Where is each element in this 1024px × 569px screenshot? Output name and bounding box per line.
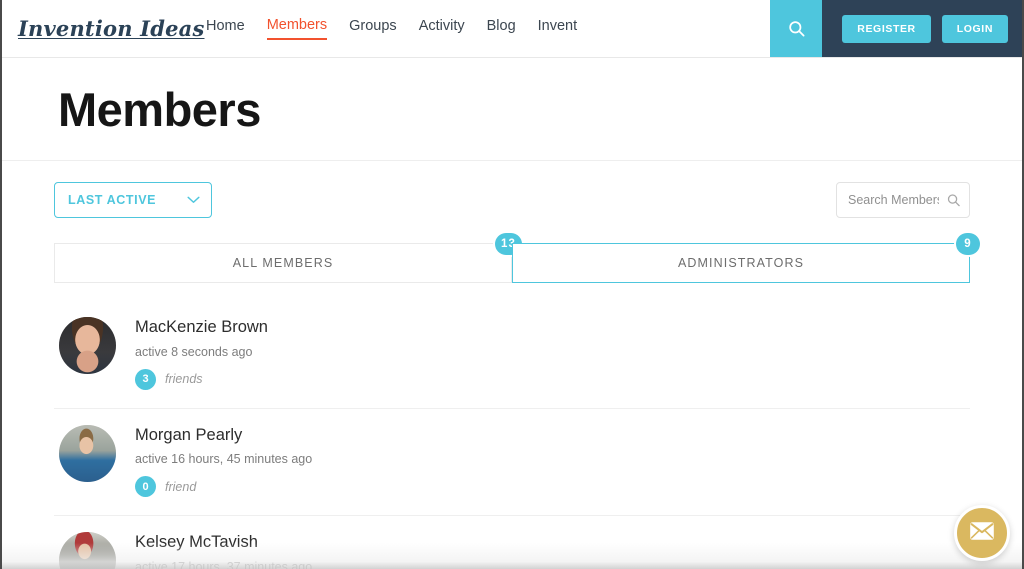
page-title: Members bbox=[58, 86, 261, 133]
directory-tabs: ALL MEMBERS 13 ADMINISTRATORS 9 bbox=[54, 243, 970, 283]
main-navigation: Home Members Groups Activity Blog Invent bbox=[192, 0, 770, 57]
member-name[interactable]: Morgan Pearly bbox=[135, 425, 970, 446]
directory-toolbar: LAST ACTIVE bbox=[54, 161, 970, 218]
nav-item-members[interactable]: Members bbox=[267, 17, 327, 39]
page-root: Invention Ideas Home Members Groups Acti… bbox=[0, 0, 1024, 569]
nav-item-activity[interactable]: Activity bbox=[419, 18, 465, 38]
member-friends: 0 friend bbox=[135, 476, 970, 497]
friend-count-label: friends bbox=[165, 372, 203, 386]
order-by-control: LAST ACTIVE bbox=[54, 182, 212, 218]
register-button[interactable]: REGISTER bbox=[842, 15, 930, 43]
member-list: MacKenzie Brown active 8 seconds ago 3 f… bbox=[54, 301, 970, 569]
member-info: Kelsey McTavish active 17 hours, 37 minu… bbox=[135, 532, 970, 569]
friend-count-badge: 0 bbox=[135, 476, 156, 497]
avatar-image bbox=[59, 532, 116, 569]
tab-administrators[interactable]: ADMINISTRATORS 9 bbox=[512, 243, 970, 283]
header-search-button[interactable] bbox=[770, 0, 822, 57]
compose-message-button[interactable] bbox=[954, 505, 1010, 561]
order-by-select[interactable]: LAST ACTIVE bbox=[54, 182, 212, 218]
nav-item-home[interactable]: Home bbox=[206, 18, 245, 38]
members-directory: LAST ACTIVE bbox=[2, 161, 1022, 569]
login-button[interactable]: LOGIN bbox=[942, 15, 1008, 43]
member-activity: active 16 hours, 45 minutes ago bbox=[135, 452, 970, 466]
avatar[interactable] bbox=[59, 532, 116, 569]
avatar-image bbox=[59, 317, 116, 374]
avatar-image bbox=[59, 425, 116, 482]
nav-item-invent[interactable]: Invent bbox=[538, 18, 578, 38]
tab-administrators-label: ADMINISTRATORS bbox=[678, 256, 804, 270]
envelope-icon bbox=[969, 521, 995, 546]
member-search-control bbox=[836, 182, 970, 218]
tab-administrators-badge: 9 bbox=[956, 233, 980, 255]
member-list-item[interactable]: Morgan Pearly active 16 hours, 45 minute… bbox=[54, 409, 970, 517]
member-activity: active 8 seconds ago bbox=[135, 345, 970, 359]
hero-section: Members bbox=[2, 58, 1022, 161]
member-list-item[interactable]: MacKenzie Brown active 8 seconds ago 3 f… bbox=[54, 301, 970, 409]
member-list-item[interactable]: Kelsey McTavish active 17 hours, 37 minu… bbox=[54, 516, 970, 569]
friend-count-badge: 3 bbox=[135, 369, 156, 390]
site-header: Invention Ideas Home Members Groups Acti… bbox=[2, 0, 1022, 58]
tab-all-members[interactable]: ALL MEMBERS 13 bbox=[54, 243, 512, 283]
member-activity: active 17 hours, 37 minutes ago bbox=[135, 560, 970, 569]
header-auth-area: REGISTER LOGIN bbox=[822, 0, 1022, 57]
tab-all-members-label: ALL MEMBERS bbox=[233, 256, 334, 270]
member-info: Morgan Pearly active 16 hours, 45 minute… bbox=[135, 425, 970, 498]
search-icon bbox=[787, 19, 806, 38]
member-info: MacKenzie Brown active 8 seconds ago 3 f… bbox=[135, 317, 970, 390]
nav-item-groups[interactable]: Groups bbox=[349, 18, 397, 38]
avatar[interactable] bbox=[59, 317, 116, 374]
search-icon bbox=[946, 196, 961, 211]
member-name[interactable]: Kelsey McTavish bbox=[135, 532, 970, 553]
member-name[interactable]: MacKenzie Brown bbox=[135, 317, 970, 338]
friend-count-label: friend bbox=[165, 480, 196, 494]
site-logo[interactable]: Invention Ideas bbox=[2, 0, 192, 57]
nav-item-blog[interactable]: Blog bbox=[487, 18, 516, 38]
site-logo-text: Invention Ideas bbox=[18, 16, 204, 41]
search-submit-button[interactable] bbox=[946, 193, 961, 208]
member-friends: 3 friends bbox=[135, 369, 970, 390]
avatar[interactable] bbox=[59, 425, 116, 482]
